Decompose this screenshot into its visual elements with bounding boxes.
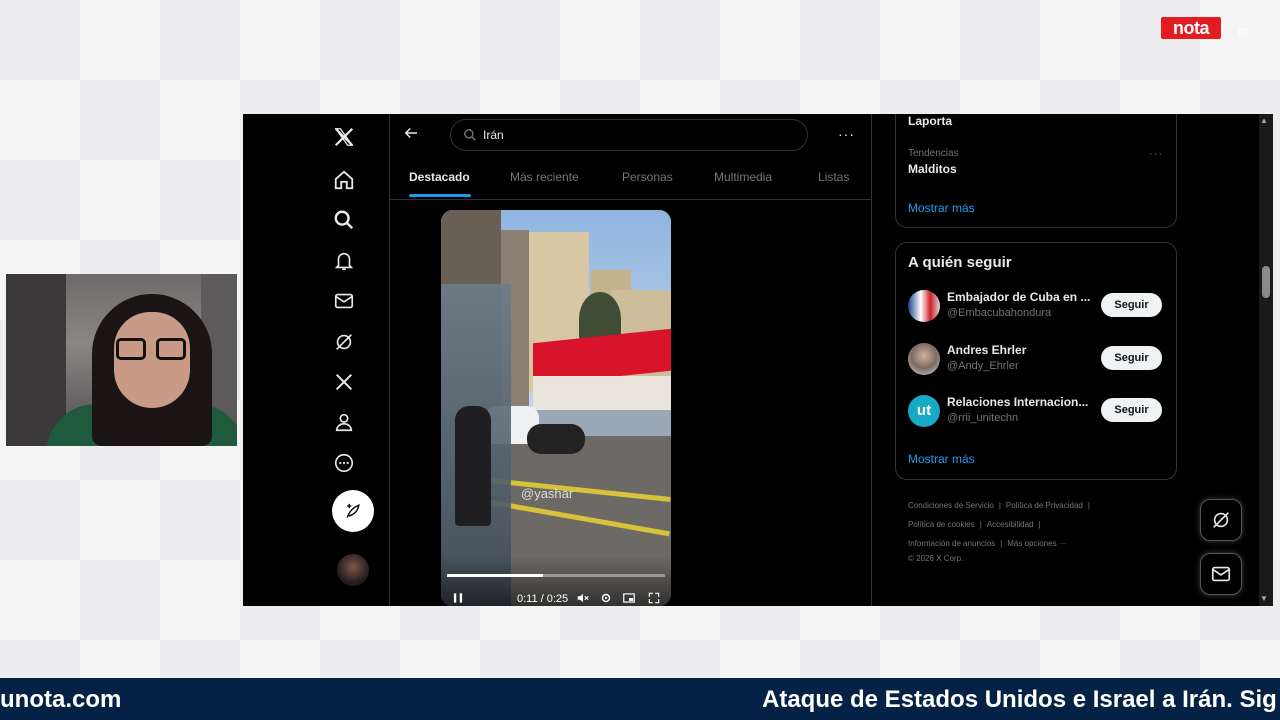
ticker-headline: Ataque de Estados Unidos e Israel a Irán… — [762, 686, 1277, 713]
follow-button[interactable]: Seguir — [1101, 398, 1162, 422]
active-tab-indicator — [409, 194, 471, 197]
video-person — [455, 406, 491, 526]
account-name[interactable]: Embajador de Cuba en ... — [947, 290, 1093, 304]
follow-suggestion: Embajador de Cuba en ... @Embacubahondur… — [908, 286, 1164, 326]
grok-icon[interactable] — [331, 329, 357, 355]
search-input[interactable] — [483, 128, 783, 142]
video-player[interactable]: @yashar 0:11 / 0:25 — [441, 210, 671, 606]
tab-listas[interactable]: Listas — [818, 156, 849, 200]
tab-multimedia[interactable]: Multimedia — [714, 156, 772, 200]
back-arrow-icon[interactable] — [402, 124, 422, 144]
video-progress-fill — [447, 574, 543, 577]
account-avatar[interactable] — [908, 343, 940, 375]
premium-x-icon[interactable] — [331, 369, 357, 395]
mute-icon[interactable] — [576, 591, 590, 606]
follow-button[interactable]: Seguir — [1101, 293, 1162, 317]
feather-plus-icon — [346, 503, 360, 518]
follow-show-more[interactable]: Mostrar más — [908, 452, 975, 466]
home-icon[interactable] — [331, 167, 357, 193]
more-options-icon[interactable]: ··· — [838, 126, 855, 142]
scrollbar[interactable] — [1259, 114, 1273, 606]
footer-more[interactable]: Más opciones ··· — [1007, 539, 1067, 548]
account-name[interactable]: Relaciones Internacion... — [947, 395, 1093, 409]
account-avatar[interactable] — [337, 554, 369, 586]
video-time: 0:11 / 0:25 — [517, 593, 569, 605]
trend-category: Tendencias — [908, 148, 959, 159]
settings-gear-icon[interactable] — [599, 591, 613, 606]
ticker-site: unota.com — [0, 686, 122, 713]
scroll-down-arrow-icon[interactable]: ▼ — [1260, 594, 1268, 603]
trend-item-previous[interactable]: Laporta — [908, 114, 952, 128]
account-name[interactable]: Andres Ehrler — [947, 343, 1093, 357]
news-ticker: unota.com Ataque de Estados Unidos e Isr… — [0, 678, 1280, 720]
bell-icon[interactable] — [331, 248, 357, 274]
right-sidebar: Laporta Tendencias Malditos ··· Mostrar … — [895, 114, 1177, 606]
nota-logo: nota — [1161, 17, 1221, 39]
tab-personas[interactable]: Personas — [622, 156, 673, 200]
glasses-left — [116, 338, 146, 360]
webcam-door — [6, 274, 66, 446]
follow-suggestion: ut Relaciones Internacion... @rrii_unite… — [908, 391, 1164, 431]
scrollbar-thumb[interactable] — [1262, 266, 1270, 298]
more-circle-icon[interactable] — [331, 450, 357, 476]
search-results-column: ··· Destacado Más reciente Personas Mult… — [390, 114, 872, 606]
trend-name[interactable]: Malditos — [908, 162, 957, 176]
x-logo-icon[interactable] — [331, 124, 357, 150]
mail-icon[interactable] — [331, 288, 357, 314]
footer-cookies[interactable]: Política de cookies — [908, 520, 975, 529]
grok-float-button[interactable] — [1200, 499, 1242, 541]
main-divider — [871, 114, 872, 606]
post-button[interactable] — [332, 490, 374, 532]
video-storefront-base — [533, 376, 671, 410]
footer-ads[interactable]: Información de anuncios — [908, 539, 995, 548]
search-icon[interactable] — [331, 207, 357, 233]
account-handle: @Embacubahondura — [947, 307, 1052, 319]
trend-more-icon[interactable]: ··· — [1149, 148, 1163, 160]
account-avatar[interactable] — [908, 290, 940, 322]
footer-accessibility[interactable]: Accesibilidad — [987, 520, 1034, 529]
presenter-webcam — [6, 274, 237, 446]
presenter-face — [114, 312, 190, 408]
profile-icon[interactable] — [331, 409, 357, 435]
account-handle: @rrii_unitechn — [947, 412, 1019, 424]
footer-terms[interactable]: Condiciones de Servicio — [908, 501, 994, 510]
x-left-nav — [243, 114, 389, 606]
tab-mas-reciente[interactable]: Más reciente — [510, 156, 579, 200]
trends-show-more[interactable]: Mostrar más — [908, 201, 975, 215]
video-watermark: @yashar — [521, 486, 574, 501]
search-icon — [464, 129, 476, 141]
messages-float-button[interactable] — [1200, 553, 1242, 595]
glasses-right — [156, 338, 186, 360]
video-motorcycle — [527, 424, 585, 454]
ut-logo-avatar[interactable]: ut — [908, 395, 940, 427]
follow-suggestion: Andres Ehrler @Andy_Ehrler Seguir — [908, 339, 1164, 379]
screen-share: ··· Destacado Más reciente Personas Mult… — [243, 114, 1273, 606]
account-handle: @Andy_Ehrler — [947, 360, 1019, 372]
follow-button[interactable]: Seguir — [1101, 346, 1162, 370]
fullscreen-icon[interactable] — [647, 591, 661, 606]
pause-icon[interactable] — [451, 591, 465, 606]
scroll-up-arrow-icon[interactable]: ▲ — [1260, 116, 1268, 125]
who-to-follow-title: A quién seguir — [908, 254, 1012, 271]
footer-links: Condiciones de Servicio | Política de Priv… — [908, 501, 1090, 563]
footer-privacy[interactable]: Política de Privacidad — [1006, 501, 1083, 510]
footer-copyright: © 2026 X Corp. — [908, 554, 964, 563]
picture-in-picture-icon[interactable] — [622, 591, 636, 606]
grok-icon — [1213, 512, 1229, 528]
logo-suffix: m — [1238, 24, 1248, 38]
search-bar[interactable] — [450, 119, 808, 151]
mail-icon — [1211, 566, 1231, 582]
